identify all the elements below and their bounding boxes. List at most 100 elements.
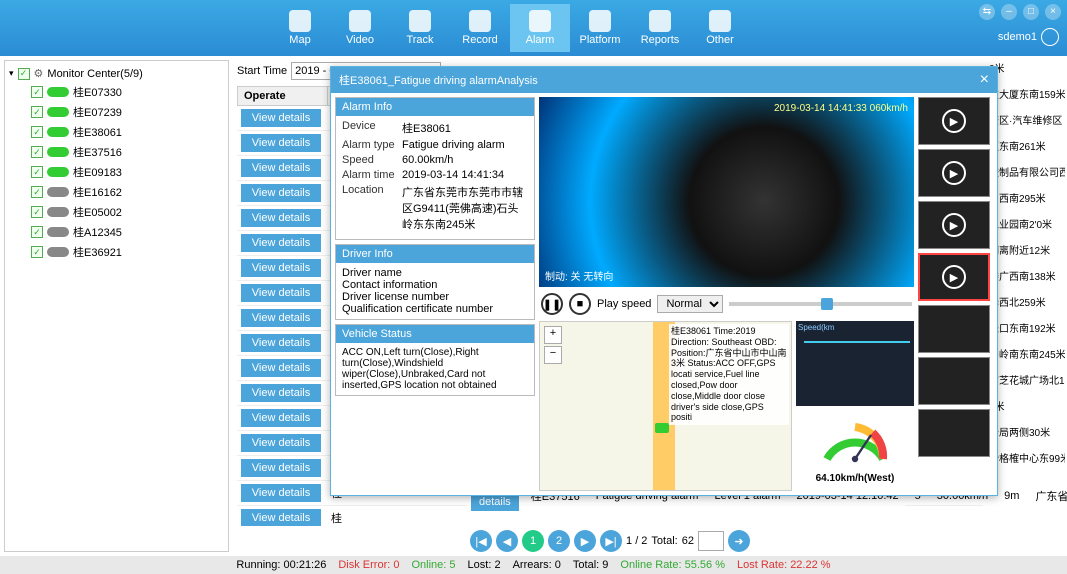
tree-item[interactable]: ✓桂E37516 (9, 142, 224, 162)
video-thumbnail[interactable]: ▶ (918, 149, 990, 197)
view-details-button[interactable]: View details (241, 284, 321, 302)
maximize-icon[interactable]: □ (1023, 4, 1039, 20)
nav-map[interactable]: Map (270, 4, 330, 52)
tree-item[interactable]: ✓桂A12345 (9, 222, 224, 242)
view-details-button[interactable]: View details (241, 259, 321, 277)
status-icon (47, 107, 69, 117)
view-details-button[interactable]: View details (241, 184, 321, 202)
status-icon (47, 187, 69, 197)
view-details-button[interactable]: View details (241, 334, 321, 352)
checkbox[interactable]: ✓ (31, 186, 43, 198)
view-details-button[interactable]: View details (241, 134, 321, 152)
user-area[interactable]: sdemo1 (998, 28, 1059, 46)
checkbox[interactable]: ✓ (31, 146, 43, 158)
checkbox[interactable]: ✓ (31, 246, 43, 258)
view-details-button[interactable]: View details (241, 109, 321, 127)
zoom-out-button[interactable]: − (544, 346, 562, 364)
close-icon[interactable]: × (1045, 4, 1061, 20)
col-operate: Operate (238, 87, 328, 105)
nav-other[interactable]: Other (690, 4, 750, 52)
next-page-button[interactable]: ▶ (574, 530, 596, 552)
status-icon (47, 147, 69, 157)
view-details-button[interactable]: View details (241, 484, 321, 502)
view-details-button[interactable]: View details (241, 309, 321, 327)
checkbox[interactable]: ✓ (31, 206, 43, 218)
pause-button[interactable]: ❚❚ (541, 293, 563, 315)
track-icon (409, 10, 431, 32)
location-text: 马岭南东南245米 (989, 346, 1065, 361)
view-details-button[interactable]: View details (241, 384, 321, 402)
video-thumbnail[interactable]: ▶ (918, 253, 990, 301)
location-text: 工业园南2'0米 (989, 216, 1065, 231)
tree-item[interactable]: ✓桂E16162 (9, 182, 224, 202)
checkbox[interactable]: ✓ (31, 226, 43, 238)
video-thumbnail[interactable] (918, 357, 990, 405)
view-details-button[interactable]: View details (241, 209, 321, 227)
page-1-button[interactable]: 1 (522, 530, 544, 552)
video-thumbnail[interactable] (918, 409, 990, 457)
play-icon: ▶ (942, 109, 966, 133)
prev-page-button[interactable]: ◀ (496, 530, 518, 552)
checkbox[interactable]: ✓ (31, 126, 43, 138)
first-page-button[interactable]: |◀ (470, 530, 492, 552)
nav-platform[interactable]: Platform (570, 4, 630, 52)
nav-video[interactable]: Video (330, 4, 390, 52)
location-text: 华西北259米 (989, 294, 1065, 309)
nav-record[interactable]: Record (450, 4, 510, 52)
nav-reports[interactable]: Reports (630, 4, 690, 52)
view-details-button[interactable]: View details (241, 409, 321, 427)
checkbox[interactable]: ✓ (31, 86, 43, 98)
top-bar: MapVideoTrackRecordAlarmPlatformReportsO… (0, 0, 1067, 56)
last-page-button[interactable]: ▶| (600, 530, 622, 552)
collapse-icon[interactable]: ▾ (9, 68, 14, 79)
go-page-button[interactable]: ➜ (728, 530, 750, 552)
checkbox[interactable]: ✓ (31, 106, 43, 118)
view-details-button[interactable]: View details (241, 459, 321, 477)
view-details-button[interactable]: View details (241, 359, 321, 377)
tree-item[interactable]: ✓桂E36921 (9, 242, 224, 262)
video-timestamp: 2019-03-14 14:41:33 060km/h (774, 103, 908, 114)
device-tree: ▾ ✓ ⚙ Monitor Center(5/9) ✓桂E07330✓桂E072… (4, 60, 229, 552)
view-details-button[interactable]: View details (241, 509, 321, 526)
page-input[interactable] (698, 531, 724, 551)
total-label: Total: (651, 535, 677, 547)
gear-icon: ⚙ (34, 67, 44, 80)
location-column: 0米技大厦东南159米查区·汽车维修区夏东南261米胶制品有限公司西中西南295… (987, 56, 1067, 556)
video-thumbnail[interactable] (918, 305, 990, 353)
location-text: 盼格榷中心东99米 (989, 450, 1065, 465)
thumbnail-list: ▶▶▶▶ (918, 97, 993, 491)
tree-item[interactable]: ✓桂E05002 (9, 202, 224, 222)
video-thumbnail[interactable]: ▶ (918, 97, 990, 145)
driver-info-panel: Driver Info Driver name Contact informat… (335, 244, 535, 320)
speed-chart: Speed(km (796, 321, 914, 406)
video-controls: ❚❚ ■ Play speed Normal (539, 291, 914, 317)
modal-titlebar: 桂E38061_Fatigue driving alarmAnalysis × (331, 67, 997, 93)
nav-track[interactable]: Track (390, 4, 450, 52)
view-details-button[interactable]: View details (241, 434, 321, 452)
stop-button[interactable]: ■ (569, 293, 591, 315)
video-player[interactable]: 2019-03-14 14:41:33 060km/h 制动: 关 无转向 (539, 97, 914, 287)
tree-root[interactable]: ▾ ✓ ⚙ Monitor Center(5/9) (9, 65, 224, 82)
alarm-icon (529, 10, 551, 32)
view-details-button[interactable]: View details (241, 234, 321, 252)
zoom-in-button[interactable]: + (544, 326, 562, 344)
record-icon (469, 10, 491, 32)
tree-item[interactable]: ✓桂E07239 (9, 102, 224, 122)
tree-item[interactable]: ✓桂E07330 (9, 82, 224, 102)
page-2-button[interactable]: 2 (548, 530, 570, 552)
nav-alarm[interactable]: Alarm (510, 4, 570, 52)
video-thumbnail[interactable]: ▶ (918, 201, 990, 249)
swap-icon[interactable]: ⇆ (979, 4, 995, 20)
progress-slider[interactable] (729, 302, 912, 306)
view-details-button[interactable]: View details (241, 159, 321, 177)
minimize-icon[interactable]: – (1001, 4, 1017, 20)
modal-close-icon[interactable]: × (980, 71, 989, 89)
tree-item[interactable]: ✓桂E38061 (9, 122, 224, 142)
platform-icon (589, 10, 611, 32)
checkbox[interactable]: ✓ (18, 68, 30, 80)
play-speed-select[interactable]: Normal (657, 295, 723, 313)
tree-item[interactable]: ✓桂E09183 (9, 162, 224, 182)
checkbox[interactable]: ✓ (31, 166, 43, 178)
location-text: 未口东南192米 (989, 320, 1065, 335)
map[interactable]: + − 桂E38061 Time:2019 Direction: Southea… (539, 321, 792, 491)
